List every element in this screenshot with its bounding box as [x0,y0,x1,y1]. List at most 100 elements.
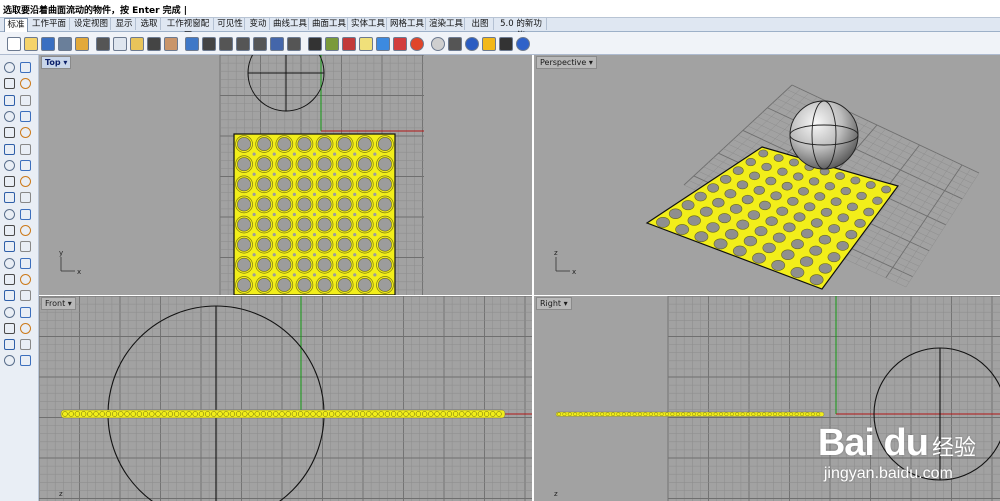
print-icon[interactable] [57,36,72,51]
zoom-extents-icon[interactable] [235,36,250,51]
tab-2[interactable]: 设定视图 [72,18,111,30]
tab-10[interactable]: 实体工具 [350,18,387,30]
move-icon[interactable] [3,208,16,221]
tab-3[interactable]: 显示 [113,18,136,30]
import-icon[interactable] [74,36,89,51]
light-bulb-icon[interactable] [358,36,373,51]
undo-icon[interactable] [146,36,161,51]
box-icon[interactable] [3,175,16,188]
help-icon[interactable] [515,36,530,51]
dimension-icon[interactable] [19,289,32,302]
copy-icon[interactable] [112,36,127,51]
freeform-icon[interactable] [19,126,32,139]
axis-indicator: xz [554,249,576,276]
viewport-front[interactable]: Front ▾ z [39,296,532,501]
text-icon[interactable] [3,289,16,302]
lock-icon[interactable] [375,36,390,51]
open-icon[interactable] [23,36,38,51]
scale-icon[interactable] [3,240,16,253]
material-ball-icon[interactable] [430,36,445,51]
named-view-icon[interactable] [324,36,339,51]
axis-label-z: z [59,490,63,498]
polygon-icon[interactable] [3,126,16,139]
polyline-icon[interactable] [3,77,16,90]
fillet-icon[interactable] [3,143,16,156]
viewport-label-front[interactable]: Front ▾ [41,297,76,310]
rectangle-icon[interactable] [19,110,32,123]
watermark-url: jingyan.baidu.com [823,465,953,482]
check-icon[interactable] [19,338,32,351]
pan-hand-icon[interactable] [163,36,178,51]
sphere-icon[interactable] [19,175,32,188]
viewport-perspective[interactable]: Perspective ▾ xz [534,55,1000,295]
tab-4[interactable]: 选取 [138,18,161,30]
set-view-icon[interactable] [286,36,301,51]
viewport-label-top[interactable]: Top ▾ [41,56,72,69]
analyze-icon[interactable] [3,338,16,351]
boolean-icon[interactable] [19,191,32,204]
rendered-sphere-icon[interactable] [464,36,479,51]
zoom-window-icon[interactable] [218,36,233,51]
explode-icon[interactable] [3,257,16,270]
camera-icon[interactable] [307,36,322,51]
split-icon[interactable] [3,273,16,286]
cage-icon[interactable] [19,273,32,286]
tab-1[interactable]: 工作平面 [29,18,70,30]
render-icon[interactable] [447,36,462,51]
rotate-icon[interactable] [19,208,32,221]
undo-view-icon[interactable] [269,36,284,51]
circle-icon[interactable] [3,94,16,107]
cylinder-icon[interactable] [3,191,16,204]
group-icon[interactable] [3,306,16,319]
block-icon[interactable] [19,306,32,319]
material-icon[interactable] [19,354,32,367]
cut-icon[interactable] [95,36,110,51]
watermark-logo: Bai du [817,422,929,464]
select-icon[interactable] [341,36,356,51]
arc-icon[interactable] [19,94,32,107]
viewport-right[interactable]: Right ▾ z Bai du 经验 jingyan.baidu.com [534,296,1000,501]
viewport-label-right[interactable]: Right ▾ [536,297,572,310]
select-arrow-icon[interactable] [3,61,16,74]
plate-edge-front [60,409,506,419]
mesh-icon[interactable] [3,322,16,335]
point-icon[interactable] [19,61,32,74]
ellipse-icon[interactable] [3,110,16,123]
tab-13[interactable]: 出图 [467,18,494,30]
curve-icon[interactable] [19,77,32,90]
paste-icon[interactable] [129,36,144,51]
tab-5[interactable]: 工作视窗配置 [163,18,214,41]
tab-11[interactable]: 网格工具 [389,18,426,30]
toolbar-tabs: 标准工作平面设定视图显示选取工作视窗配置可见性变动曲线工具曲面工具实体工具网格工… [0,18,1000,41]
zoom-selected-icon[interactable] [252,36,267,51]
extrude-icon[interactable] [19,159,32,172]
join-icon[interactable] [19,240,32,253]
curve-tools-icon[interactable] [481,36,496,51]
tab-6[interactable]: 可见性 [216,18,245,30]
layer-icon[interactable] [392,36,407,51]
tab-9[interactable]: 曲面工具 [311,18,348,30]
grid-snap-icon[interactable] [498,36,513,51]
command-line[interactable]: 选取要沿着曲面流动的物件，按 Enter 完成 | [0,0,1000,18]
viewport-top[interactable]: Top ▾ xy [39,55,532,295]
tab-14[interactable]: 5.0 的新功能 [496,18,547,41]
offset-icon[interactable] [19,143,32,156]
tab-12[interactable]: 渲染工具 [428,18,465,30]
array-icon[interactable] [3,224,16,237]
rotate-view-icon[interactable] [184,36,199,51]
mirror-icon[interactable] [19,224,32,237]
tab-7[interactable]: 变动 [247,18,270,30]
save-icon[interactable] [40,36,55,51]
new-icon[interactable] [6,36,21,51]
trim-icon[interactable] [19,257,32,270]
surface-icon[interactable] [3,159,16,172]
zoom-icon[interactable] [201,36,216,51]
point-cloud-icon[interactable] [19,322,32,335]
viewport-label-perspective[interactable]: Perspective ▾ [536,56,597,69]
sphere-perspective [789,100,859,170]
render-icon[interactable] [3,354,16,367]
tab-8[interactable]: 曲线工具 [272,18,309,30]
color-wheel-icon[interactable] [409,36,424,51]
tab-0[interactable]: 标准 [4,18,28,32]
sphere-outline [247,55,325,112]
